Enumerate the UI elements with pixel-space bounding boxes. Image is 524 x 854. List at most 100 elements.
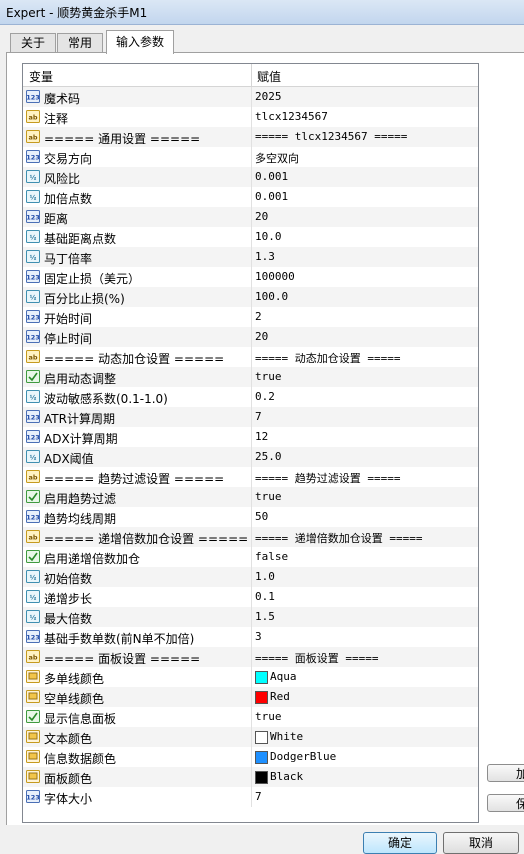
parameter-row[interactable]: 123 交易方向 多空双向 [23, 147, 478, 167]
parameter-row[interactable]: 123 开始时间 2 [23, 307, 478, 327]
cancel-button[interactable]: 取消 [443, 832, 519, 854]
parameter-value[interactable]: Black [270, 770, 303, 783]
parameter-row[interactable]: ½ 马丁倍率 1.3 [23, 247, 478, 267]
parameter-name: 启用递增倍数加仓 [44, 552, 141, 566]
parameter-row[interactable]: ½ 基础距离点数 10.0 [23, 227, 478, 247]
parameter-row[interactable]: ½ 风险比 0.001 [23, 167, 478, 187]
parameter-value[interactable]: ===== 动态加仓设置 ===== [255, 350, 400, 366]
parameter-row[interactable]: 123 基础手数单数(前N单不加倍) 3 [23, 627, 478, 647]
parameter-row[interactable]: 面板颜色 Black [23, 767, 478, 787]
color-swatch[interactable] [255, 751, 268, 764]
svg-text:123: 123 [26, 94, 40, 102]
parameter-name: 启用动态调整 [44, 372, 117, 386]
save-button[interactable]: 保 [487, 794, 524, 812]
parameter-value[interactable]: 100.0 [255, 290, 288, 303]
parameter-row[interactable]: ½ 波动敏感系数(0.1-1.0) 0.2 [23, 387, 478, 407]
parameter-row[interactable]: ½ 最大倍数 1.5 [23, 607, 478, 627]
parameter-value[interactable]: ===== 递增倍数加仓设置 ===== [255, 530, 422, 546]
parameter-row[interactable]: 123 停止时间 20 [23, 327, 478, 347]
parameter-value[interactable]: 100000 [255, 270, 295, 283]
parameter-row[interactable]: ab ===== 面板设置 ===== ===== 面板设置 ===== [23, 647, 478, 667]
parameter-value[interactable]: 0.001 [255, 190, 288, 203]
parameter-row[interactable]: 文本颜色 White [23, 727, 478, 747]
parameter-value[interactable]: 2025 [255, 90, 282, 103]
parameter-row[interactable]: ½ 递增步长 0.1 [23, 587, 478, 607]
parameter-value[interactable]: 多空双向 [255, 150, 299, 166]
tab-about[interactable]: 关于 [10, 33, 56, 53]
parameter-value[interactable]: true [255, 490, 282, 503]
load-button[interactable]: 加 [487, 764, 524, 782]
integer-icon: 123 [26, 430, 40, 443]
parameter-row[interactable]: 空单线颜色 Red [23, 687, 478, 707]
column-separator [251, 427, 252, 447]
parameter-value[interactable]: true [255, 710, 282, 723]
parameter-row[interactable]: 123 字体大小 7 [23, 787, 478, 807]
parameter-value[interactable]: ===== tlcx1234567 ===== [255, 130, 407, 143]
parameter-value[interactable]: true [255, 370, 282, 383]
parameter-row[interactable]: ½ 百分比止损(%) 100.0 [23, 287, 478, 307]
parameter-row[interactable]: ab ===== 通用设置 ===== ===== tlcx1234567 ====… [23, 127, 478, 147]
parameter-value[interactable]: Red [270, 690, 290, 703]
parameter-value[interactable]: 1.5 [255, 610, 275, 623]
color-swatch[interactable] [255, 691, 268, 704]
parameter-row[interactable]: ab ===== 趋势过滤设置 ===== ===== 趋势过滤设置 ===== [23, 467, 478, 487]
parameters-grid[interactable]: 变量 赋值 123 魔术码 2025 ab 注释 tlcx1234567 ab ===== 通… [22, 63, 479, 823]
column-separator [251, 207, 252, 227]
parameter-value[interactable]: 12 [255, 430, 268, 443]
parameter-row[interactable]: ab 注释 tlcx1234567 [23, 107, 478, 127]
parameter-value[interactable]: 2 [255, 310, 262, 323]
tab-inputs[interactable]: 输入参数 [106, 30, 174, 54]
parameter-value[interactable]: 0.1 [255, 590, 275, 603]
parameter-value[interactable]: 1.3 [255, 250, 275, 263]
parameter-value[interactable]: 10.0 [255, 230, 282, 243]
color-swatch[interactable] [255, 771, 268, 784]
color-icon [26, 690, 40, 703]
parameter-value[interactable]: 7 [255, 790, 262, 803]
column-separator [251, 107, 252, 127]
svg-text:123: 123 [26, 794, 40, 802]
parameter-row[interactable]: 123 趋势均线周期 50 [23, 507, 478, 527]
parameter-name: ===== 通用设置 ===== [44, 132, 201, 146]
parameter-row[interactable]: 多单线颜色 Aqua [23, 667, 478, 687]
parameter-value[interactable]: White [270, 730, 303, 743]
parameter-row[interactable]: ½ ADX阈值 25.0 [23, 447, 478, 467]
parameter-value[interactable]: 50 [255, 510, 268, 523]
integer-icon: 123 [26, 270, 40, 283]
boolean-icon [26, 370, 40, 383]
column-header-value[interactable]: 赋值 [257, 68, 281, 85]
column-header-variable[interactable]: 变量 [29, 68, 53, 85]
parameter-value[interactable]: 20 [255, 210, 268, 223]
parameter-value[interactable]: 7 [255, 410, 262, 423]
parameter-row[interactable]: 123 距离 20 [23, 207, 478, 227]
parameter-value[interactable]: 3 [255, 630, 262, 643]
parameter-row[interactable]: ½ 初始倍数 1.0 [23, 567, 478, 587]
parameter-row[interactable]: 显示信息面板 true [23, 707, 478, 727]
parameter-value[interactable]: 0.2 [255, 390, 275, 403]
parameter-row[interactable]: ab ===== 动态加仓设置 ===== ===== 动态加仓设置 ===== [23, 347, 478, 367]
parameter-row[interactable]: 启用趋势过滤 true [23, 487, 478, 507]
parameter-row[interactable]: ½ 加倍点数 0.001 [23, 187, 478, 207]
parameter-value[interactable]: Aqua [270, 670, 297, 683]
parameter-row[interactable]: 123 ADX计算周期 12 [23, 427, 478, 447]
color-swatch[interactable] [255, 671, 268, 684]
parameter-value[interactable]: 0.001 [255, 170, 288, 183]
parameter-value[interactable]: ===== 面板设置 ===== [255, 650, 378, 666]
parameter-row[interactable]: 123 魔术码 2025 [23, 87, 478, 107]
parameter-value[interactable]: 1.0 [255, 570, 275, 583]
parameter-row[interactable]: 123 ATR计算周期 7 [23, 407, 478, 427]
parameter-value[interactable]: tlcx1234567 [255, 110, 328, 123]
parameter-value[interactable]: 20 [255, 330, 268, 343]
parameter-row[interactable]: ab ===== 递增倍数加仓设置 ===== ===== 递增倍数加仓设置 ===… [23, 527, 478, 547]
parameter-row[interactable]: 123 固定止损（美元） 100000 [23, 267, 478, 287]
parameter-value[interactable]: DodgerBlue [270, 750, 336, 763]
ok-button[interactable]: 确定 [363, 832, 437, 854]
color-swatch[interactable] [255, 731, 268, 744]
parameter-value[interactable]: ===== 趋势过滤设置 ===== [255, 470, 400, 486]
parameter-name: 基础距离点数 [44, 232, 117, 246]
parameter-row[interactable]: 启用递增倍数加仓 false [23, 547, 478, 567]
parameter-value[interactable]: false [255, 550, 288, 563]
tab-common[interactable]: 常用 [57, 33, 103, 53]
parameter-value[interactable]: 25.0 [255, 450, 282, 463]
parameter-row[interactable]: 信息数据颜色 DodgerBlue [23, 747, 478, 767]
parameter-row[interactable]: 启用动态调整 true [23, 367, 478, 387]
